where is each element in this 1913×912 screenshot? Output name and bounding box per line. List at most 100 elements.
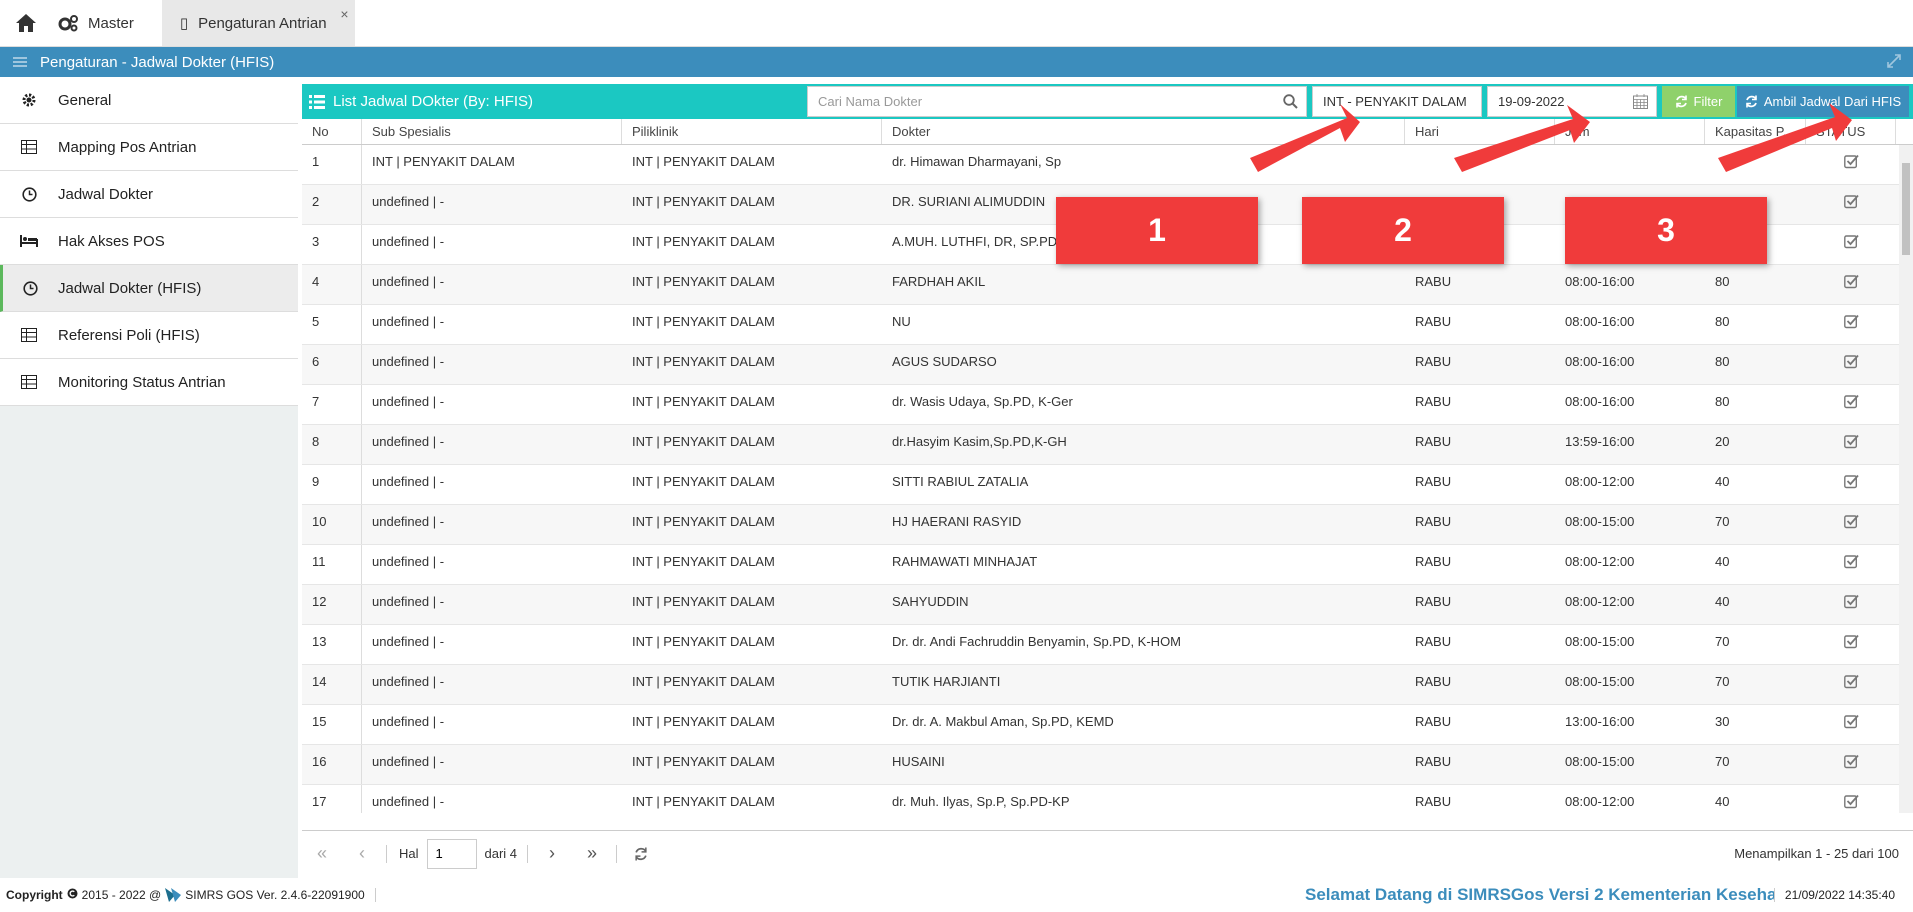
status-checkbox[interactable] bbox=[1806, 785, 1896, 813]
table-cell: 08:00-15:00 bbox=[1565, 634, 1635, 649]
sidebar-item-monitoring-status-antrian[interactable]: Monitoring Status Antrian bbox=[0, 359, 298, 406]
status-checkbox[interactable] bbox=[1806, 505, 1896, 544]
prev-page-button[interactable]: ‹ bbox=[342, 843, 382, 864]
sidebar-item-general[interactable]: General bbox=[0, 77, 298, 124]
status-checkbox[interactable] bbox=[1806, 625, 1896, 664]
first-page-button[interactable]: « bbox=[302, 843, 342, 864]
status-checkbox[interactable] bbox=[1806, 145, 1896, 184]
date-field[interactable]: 19-09-2022 bbox=[1487, 86, 1657, 117]
table-row[interactable]: 12 undefined | - INT | PENYAKIT DALAM SAHYU… bbox=[302, 585, 1899, 625]
table-row[interactable]: 9 undefined | - INT | PENYAKIT DALAM SITTI … bbox=[302, 465, 1899, 505]
tab-close-icon[interactable]: × bbox=[340, 6, 348, 22]
ambil-label: Ambil Jadwal Dari HFIS bbox=[1763, 94, 1902, 109]
last-page-button[interactable]: » bbox=[572, 843, 612, 864]
footer: Copyright 2015 - 2022 @ SIMRS GOS Ver. 2… bbox=[0, 878, 1913, 912]
gear-icon bbox=[0, 92, 58, 108]
next-page-button[interactable]: › bbox=[532, 843, 572, 864]
status-checkbox[interactable] bbox=[1806, 385, 1896, 424]
sidebar-item-mapping-pos-antrian[interactable]: Mapping Pos Antrian bbox=[0, 124, 298, 171]
tab-pengaturan-antrian[interactable]: ▯ Pengaturan Antrian × bbox=[161, 0, 355, 46]
sidebar-item-jadwal-dokter[interactable]: Jadwal Dokter bbox=[0, 171, 298, 218]
table-cell: INT | PENYAKIT DALAM bbox=[632, 314, 775, 329]
status-checkbox[interactable] bbox=[1806, 665, 1896, 704]
home-icon bbox=[16, 14, 36, 32]
table-cell bbox=[1555, 145, 1705, 184]
checked-icon bbox=[1843, 394, 1859, 409]
page-input[interactable] bbox=[426, 838, 477, 869]
filter-button[interactable]: Filter bbox=[1662, 86, 1735, 117]
table-cell: RABU bbox=[1415, 674, 1452, 689]
table-row[interactable]: 13 undefined | - INT | PENYAKIT DALAM Dr. d… bbox=[302, 625, 1899, 665]
table-cell: 8 bbox=[302, 425, 362, 464]
table-cell: RABU bbox=[1415, 274, 1452, 289]
status-checkbox[interactable] bbox=[1806, 465, 1896, 504]
column-header[interactable]: Jam bbox=[1555, 119, 1705, 144]
table-row[interactable]: 10 undefined | - INT | PENYAKIT DALAM HJ HA… bbox=[302, 505, 1899, 545]
table-cell: RABU bbox=[1415, 354, 1452, 369]
table-row[interactable]: 15 undefined | - INT | PENYAKIT DALAM Dr. d… bbox=[302, 705, 1899, 745]
scrollbar-thumb[interactable] bbox=[1902, 163, 1910, 255]
column-header[interactable]: STATUS bbox=[1806, 119, 1896, 144]
home-button[interactable] bbox=[0, 0, 52, 46]
checked-icon bbox=[1843, 754, 1859, 769]
status-checkbox[interactable] bbox=[1806, 305, 1896, 344]
table-row[interactable]: 1 INT | PENYAKIT DALAM INT | PENYAKIT DALA… bbox=[302, 145, 1899, 185]
column-header[interactable]: Dokter bbox=[882, 119, 1405, 144]
table-row[interactable]: 11 undefined | - INT | PENYAKIT DALAM RAHMA… bbox=[302, 545, 1899, 585]
divider bbox=[527, 844, 529, 863]
column-header[interactable]: Sub Spesialis bbox=[362, 119, 622, 144]
table-row[interactable]: 8 undefined | - INT | PENYAKIT DALAM dr.Has… bbox=[302, 425, 1899, 465]
table-row[interactable]: 7 undefined | - INT | PENYAKIT DALAM dr. Wa… bbox=[302, 385, 1899, 425]
ambil-jadwal-button[interactable]: Ambil Jadwal Dari HFIS bbox=[1737, 86, 1909, 117]
poli-select[interactable]: INT - PENYAKIT DALAM bbox=[1312, 86, 1482, 117]
status-checkbox[interactable] bbox=[1806, 345, 1896, 384]
menu-toggle[interactable] bbox=[0, 56, 40, 68]
sidebar-item-hak-akses-pos[interactable]: Hak Akses POS bbox=[0, 218, 298, 265]
expand-button[interactable] bbox=[1887, 54, 1901, 72]
status-checkbox[interactable] bbox=[1806, 225, 1896, 264]
table-row[interactable]: 17 undefined | - INT | PENYAKIT DALAM dr. M… bbox=[302, 785, 1899, 813]
status-checkbox[interactable] bbox=[1806, 265, 1896, 304]
table-cell: 7 bbox=[302, 385, 362, 424]
checked-icon bbox=[1843, 514, 1859, 529]
status-checkbox[interactable] bbox=[1806, 425, 1896, 464]
table-cell: INT | PENYAKIT DALAM bbox=[632, 634, 775, 649]
checked-icon bbox=[1843, 314, 1859, 329]
status-checkbox[interactable] bbox=[1806, 705, 1896, 744]
column-header[interactable]: Piliklinik bbox=[622, 119, 882, 144]
table-cell: 40 bbox=[1715, 794, 1730, 809]
table-cell: RABU bbox=[1415, 594, 1452, 609]
status-checkbox[interactable] bbox=[1806, 545, 1896, 584]
table-row[interactable]: 4 undefined | - INT | PENYAKIT DALAM FARDHA… bbox=[302, 265, 1899, 305]
sidebar-item-label: General bbox=[58, 91, 112, 109]
panel-title: List Jadwal DOkter (By: HFIS) bbox=[333, 93, 534, 110]
status-checkbox[interactable] bbox=[1806, 185, 1896, 224]
column-header[interactable]: Hari bbox=[1405, 119, 1555, 144]
status-checkbox[interactable] bbox=[1806, 745, 1896, 784]
checked-icon bbox=[1843, 554, 1859, 569]
table-cell: 12 bbox=[302, 585, 362, 624]
table-cell: INT | PENYAKIT DALAM bbox=[632, 194, 775, 209]
table-cell: INT | PENYAKIT DALAM bbox=[632, 754, 775, 769]
table-row[interactable]: 16 undefined | - INT | PENYAKIT DALAM HUSAI… bbox=[302, 745, 1899, 785]
refresh-icon bbox=[635, 847, 647, 860]
scrollbar[interactable] bbox=[1899, 145, 1913, 813]
checked-icon bbox=[1843, 154, 1859, 169]
sidebar-item-jadwal-dokter-hfis[interactable]: Jadwal Dokter (HFIS) bbox=[0, 265, 298, 312]
table-cell: dr. Himawan Dharmayani, Sp bbox=[892, 154, 1062, 169]
master-menu[interactable]: Master bbox=[52, 0, 152, 46]
sidebar: General Mapping Pos Antrian Jadwal Dokte… bbox=[0, 77, 298, 878]
calendar-icon[interactable] bbox=[1633, 94, 1648, 109]
table-row[interactable]: 14 undefined | - INT | PENYAKIT DALAM TUTIK… bbox=[302, 665, 1899, 705]
table-row[interactable]: 5 undefined | - INT | PENYAKIT DALAM NU RABU… bbox=[302, 305, 1899, 345]
table-row[interactable]: 6 undefined | - INT | PENYAKIT DALAM AGUS S… bbox=[302, 345, 1899, 385]
refresh-button[interactable] bbox=[621, 847, 661, 861]
column-header[interactable]: Kapasitas P... bbox=[1705, 119, 1806, 144]
search-input[interactable]: Cari Nama Dokter bbox=[807, 86, 1307, 117]
sidebar-item-label: Hak Akses POS bbox=[58, 232, 165, 250]
column-header[interactable]: No bbox=[302, 119, 362, 144]
table-cell: 9 bbox=[302, 465, 362, 504]
sidebar-item-referensi-poli-hfis[interactable]: Referensi Poli (HFIS) bbox=[0, 312, 298, 359]
status-checkbox[interactable] bbox=[1806, 585, 1896, 624]
search-icon[interactable] bbox=[1283, 94, 1298, 109]
